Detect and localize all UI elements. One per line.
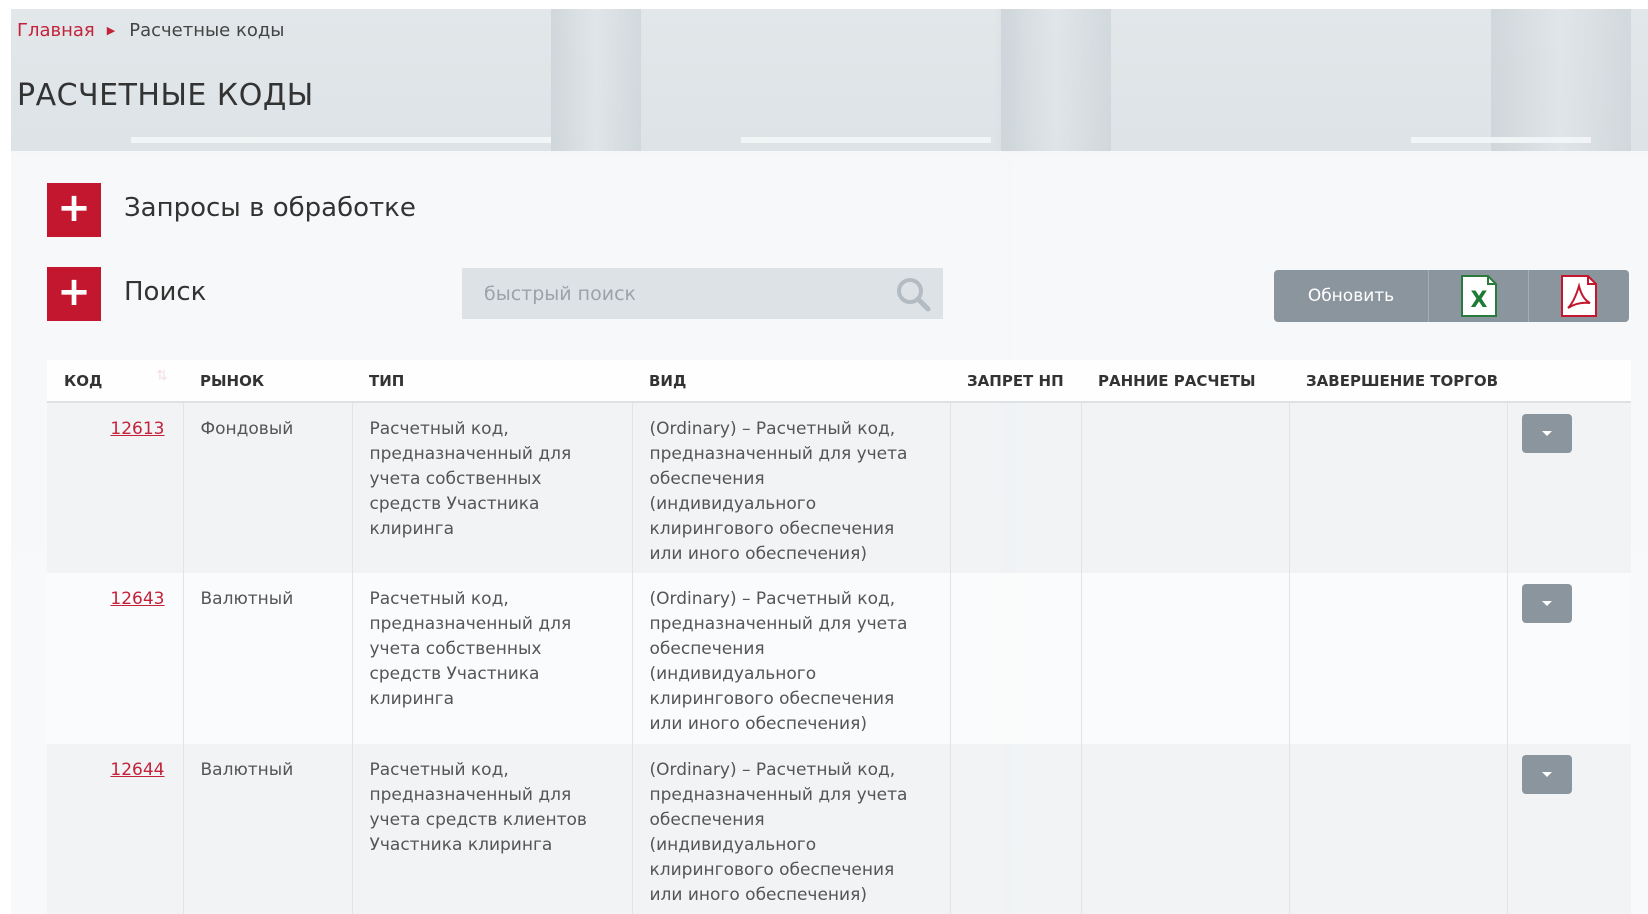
refresh-button[interactable]: Обновить <box>1274 270 1429 322</box>
column-header-type[interactable]: ТИП <box>352 360 632 403</box>
np-ban-cell <box>949 402 1081 573</box>
background-decoration <box>1411 137 1591 143</box>
svg-text:X: X <box>1470 288 1487 313</box>
row-menu-button[interactable] <box>1521 414 1572 453</box>
code-cell: 12644 <box>47 744 183 914</box>
table-row: 12643 Валютный Расчетный код, предназнач… <box>47 573 1631 744</box>
table-header-row: КОД РЫНОК ТИП ВИД ЗАПРЕТ НП РАННИЕ РАСЧЕ… <box>47 360 1631 403</box>
code-link[interactable]: 12644 <box>110 760 164 780</box>
background-decoration <box>551 9 641 154</box>
breadcrumb-current: Расчетные коды <box>129 20 285 41</box>
magnifier-icon[interactable] <box>895 276 931 312</box>
background-decoration <box>1491 9 1631 154</box>
kind-cell: (Ordinary) – Расчетный код, предназначен… <box>631 744 950 914</box>
triangle-right-icon: ▶ <box>106 24 116 37</box>
breadcrumb: Главная ▶ Расчетные коды <box>17 20 285 41</box>
market-cell: Фондовый <box>182 402 352 573</box>
expand-requests-button[interactable]: + <box>47 183 101 237</box>
kind-cell: (Ordinary) – Расчетный код, предназначен… <box>631 573 950 744</box>
expand-search-button[interactable]: + <box>47 267 101 321</box>
column-header-kind[interactable]: ВИД <box>632 360 950 403</box>
np-ban-cell <box>949 573 1081 744</box>
type-cell: Расчетный код, предназначенный для учета… <box>351 573 632 744</box>
type-cell: Расчетный код, предназначенный для учета… <box>351 744 632 914</box>
column-header-trading-end[interactable]: ЗАВЕРШЕНИЕ ТОРГОВ <box>1289 360 1507 403</box>
market-cell: Валютный <box>182 573 352 744</box>
np-ban-cell <box>949 744 1081 914</box>
row-menu-button[interactable] <box>1521 584 1572 623</box>
code-link[interactable]: 12643 <box>110 589 164 609</box>
chevron-down-icon <box>1541 772 1552 777</box>
search-section-label[interactable]: Поиск <box>124 277 206 307</box>
actions-cell <box>1506 573 1631 744</box>
kind-cell: (Ordinary) – Расчетный код, предназначен… <box>631 402 950 573</box>
plus-icon: + <box>57 269 91 315</box>
column-header-early-settlement[interactable]: РАННИЕ РАСЧЕТЫ <box>1081 360 1289 403</box>
type-cell: Расчетный код, предназначенный для учета… <box>351 402 632 573</box>
column-header-actions <box>1507 360 1631 403</box>
export-pdf-button[interactable] <box>1529 270 1629 322</box>
actions-cell <box>1506 744 1631 914</box>
trading-end-cell <box>1288 573 1507 744</box>
export-excel-button[interactable]: X <box>1429 270 1529 322</box>
quick-search-input[interactable] <box>462 268 872 319</box>
requests-section-label[interactable]: Запросы в обработке <box>124 193 416 223</box>
trading-end-cell <box>1288 744 1507 914</box>
early-settlement-cell <box>1080 744 1289 914</box>
page-title: РАСЧЕТНЫЕ КОДЫ <box>17 78 314 113</box>
pdf-file-icon <box>1561 275 1597 317</box>
code-link[interactable]: 12613 <box>110 419 164 439</box>
refresh-button-label: Обновить <box>1307 286 1395 306</box>
column-header-np-ban[interactable]: ЗАПРЕТ НП <box>950 360 1081 403</box>
market-cell: Валютный <box>182 744 352 914</box>
breadcrumb-home-link[interactable]: Главная <box>17 20 95 41</box>
table-row: 12644 Валютный Расчетный код, предназнач… <box>47 744 1631 914</box>
code-cell: 12613 <box>47 402 183 573</box>
row-menu-button[interactable] <box>1521 755 1572 794</box>
plus-icon: + <box>57 185 91 231</box>
column-header-code[interactable]: КОД <box>47 360 183 403</box>
chevron-down-icon <box>1541 601 1552 606</box>
column-header-market[interactable]: РЫНОК <box>183 360 352 403</box>
early-settlement-cell <box>1080 573 1289 744</box>
export-toolbar: Обновить X <box>1274 270 1629 322</box>
table-row: 12613 Фондовый Расчетный код, предназнач… <box>47 402 1631 573</box>
actions-cell <box>1506 402 1631 573</box>
background-decoration <box>131 137 551 143</box>
background-decoration <box>1001 9 1111 154</box>
excel-file-icon: X <box>1460 275 1497 317</box>
chevron-down-icon <box>1541 431 1552 436</box>
quick-search-box <box>462 268 943 319</box>
codes-table: КОД РЫНОК ТИП ВИД ЗАПРЕТ НП РАННИЕ РАСЧЕ… <box>47 360 1631 914</box>
early-settlement-cell <box>1080 402 1289 573</box>
code-cell: 12643 <box>47 573 183 744</box>
trading-end-cell <box>1288 402 1507 573</box>
background-decoration <box>741 137 991 143</box>
